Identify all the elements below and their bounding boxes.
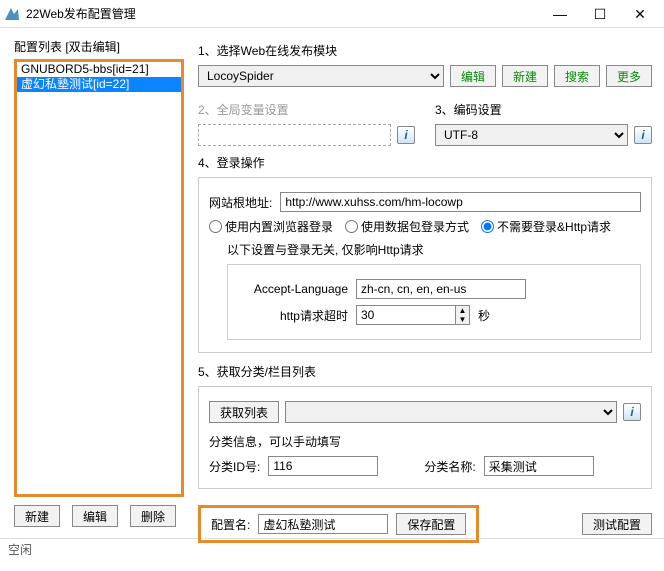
category-id-label: 分类ID号: xyxy=(209,458,260,475)
login-radio-browser[interactable]: 使用内置浏览器登录 xyxy=(209,218,333,235)
module-search-button[interactable]: 搜索 xyxy=(554,65,600,87)
status-text: 空闲 xyxy=(8,543,32,557)
http-settings-label: 以下设置与登录无关, 仅影响Http请求 xyxy=(227,241,641,258)
root-url-label: 网站根地址: xyxy=(209,194,272,211)
app-icon xyxy=(4,6,20,22)
timeout-input[interactable] xyxy=(356,305,456,325)
help-icon[interactable]: i xyxy=(623,403,641,421)
get-list-button[interactable]: 获取列表 xyxy=(209,401,279,423)
edit-button[interactable]: 编辑 xyxy=(72,505,118,527)
module-more-button[interactable]: 更多 xyxy=(606,65,652,87)
new-button[interactable]: 新建 xyxy=(14,505,60,527)
config-name-label: 配置名: xyxy=(211,516,250,533)
root-url-input[interactable] xyxy=(280,192,641,212)
section4-head: 4、登录操作 xyxy=(198,154,652,171)
login-radio-none[interactable]: 不需要登录&Http请求 xyxy=(481,218,611,235)
section5-head: 5、获取分类/栏目列表 xyxy=(198,363,652,380)
category-name-input[interactable] xyxy=(484,456,594,476)
test-config-button[interactable]: 测试配置 xyxy=(582,513,652,535)
login-fieldset: 网站根地址: 使用内置浏览器登录 使用数据包登录方式 不需要登录&Http请求 … xyxy=(198,177,652,353)
accept-lang-label: Accept-Language xyxy=(238,282,348,296)
window-title: 22Web发布配置管理 xyxy=(26,5,540,22)
save-config-button[interactable]: 保存配置 xyxy=(396,513,466,535)
config-name-input[interactable] xyxy=(258,514,388,534)
config-list-item[interactable]: GNUBORD5-bbs[id=21] xyxy=(17,62,181,77)
encoding-select[interactable]: UTF-8 xyxy=(435,124,628,146)
accept-lang-input[interactable] xyxy=(356,279,526,299)
section3-head: 3、编码设置 xyxy=(435,101,652,118)
module-edit-button[interactable]: 编辑 xyxy=(450,65,496,87)
category-id-input[interactable] xyxy=(268,456,378,476)
close-button[interactable]: ✕ xyxy=(620,0,660,28)
maximize-button[interactable]: ☐ xyxy=(580,0,620,28)
category-fieldset: 获取列表 i 分类信息，可以手动填写 分类ID号: 分类名称: xyxy=(198,386,652,489)
help-icon[interactable]: i xyxy=(397,126,415,144)
global-var-placeholder xyxy=(198,124,391,146)
timeout-unit: 秒 xyxy=(478,307,490,324)
config-list[interactable]: GNUBORD5-bbs[id=21] 虚幻私塾测试[id=22] xyxy=(14,59,184,497)
spin-down-icon[interactable]: ▼ xyxy=(456,315,469,324)
minimize-button[interactable]: — xyxy=(540,0,580,28)
section2-head: 2、全局变量设置 xyxy=(198,101,415,118)
category-name-label: 分类名称: xyxy=(424,458,475,475)
category-info-label: 分类信息，可以手动填写 xyxy=(209,433,641,450)
module-select[interactable]: LocoySpider xyxy=(198,65,444,87)
spin-up-icon[interactable]: ▲ xyxy=(456,306,469,315)
config-list-header: 配置列表 [双击编辑] xyxy=(14,38,184,55)
module-new-button[interactable]: 新建 xyxy=(502,65,548,87)
titlebar: 22Web发布配置管理 — ☐ ✕ xyxy=(0,0,664,28)
save-config-box: 配置名: 保存配置 xyxy=(198,505,479,543)
category-select[interactable] xyxy=(285,401,617,423)
section1-head: 1、选择Web在线发布模块 xyxy=(198,42,652,59)
help-icon[interactable]: i xyxy=(634,126,652,144)
delete-button[interactable]: 删除 xyxy=(130,505,176,527)
timeout-label: http请求超时 xyxy=(238,307,348,324)
login-radio-packet[interactable]: 使用数据包登录方式 xyxy=(345,218,469,235)
timeout-stepper[interactable]: ▲▼ xyxy=(356,305,470,325)
config-list-item[interactable]: 虚幻私塾测试[id=22] xyxy=(17,77,181,92)
